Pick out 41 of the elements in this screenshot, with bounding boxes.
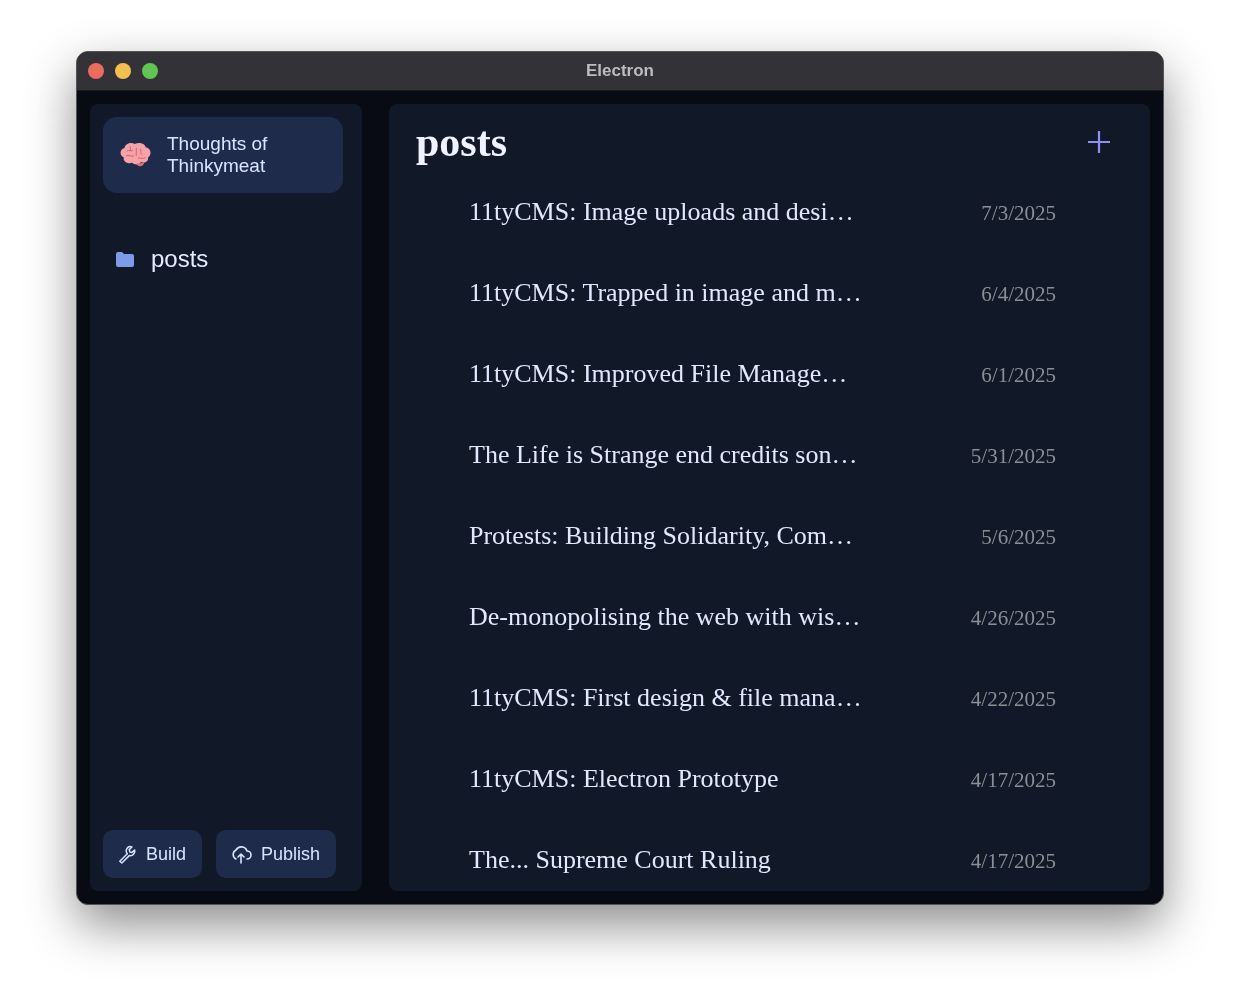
post-row[interactable]: Protests: Building Solidarity, Com… 5/6/2025 xyxy=(469,520,1056,551)
folder-item[interactable]: posts xyxy=(103,245,349,273)
zoom-button[interactable] xyxy=(142,63,158,79)
post-row[interactable]: De-monopolising the web with wis… 4/26/2025 xyxy=(469,601,1056,632)
post-title: De-monopolising the web with wis… xyxy=(469,601,861,632)
post-row[interactable]: 11tyCMS: Image uploads and desi… 7/3/2025 xyxy=(469,196,1056,227)
post-row[interactable]: 11tyCMS: Improved File Manage… 6/1/2025 xyxy=(469,358,1056,389)
post-date: 4/22/2025 xyxy=(970,687,1056,712)
post-title: 11tyCMS: Trapped in image and m… xyxy=(469,277,862,308)
post-date: 5/6/2025 xyxy=(981,525,1056,550)
post-date: 6/1/2025 xyxy=(981,363,1056,388)
post-date: 5/31/2025 xyxy=(970,444,1056,469)
publish-button[interactable]: Publish xyxy=(216,830,337,878)
site-switcher[interactable]: Thoughts of Thinkymeat xyxy=(103,117,343,193)
folder-icon xyxy=(115,250,135,268)
post-title: 11tyCMS: First design & file mana… xyxy=(469,682,862,713)
post-date: 4/17/2025 xyxy=(970,849,1056,874)
minimize-button[interactable] xyxy=(115,63,131,79)
post-row[interactable]: The Life is Strange end credits son… 5/31/2025 xyxy=(469,439,1056,470)
add-button[interactable] xyxy=(1087,130,1111,154)
post-date: 4/26/2025 xyxy=(970,606,1056,631)
post-row[interactable]: 11tyCMS: Trapped in image and m… 6/4/2025 xyxy=(469,277,1056,308)
post-row[interactable]: 11tyCMS: Electron Prototype 4/17/2025 xyxy=(469,763,1056,794)
post-date: 6/4/2025 xyxy=(981,282,1056,307)
post-title: The... Supreme Court Ruling xyxy=(469,844,771,875)
post-title: Protests: Building Solidarity, Com… xyxy=(469,520,853,551)
page-title: posts xyxy=(416,118,508,166)
plus-icon xyxy=(1087,130,1111,154)
post-date: 4/17/2025 xyxy=(970,768,1056,793)
post-title: 11tyCMS: Improved File Manage… xyxy=(469,358,848,389)
build-button[interactable]: Build xyxy=(103,830,203,878)
post-title: 11tyCMS: Electron Prototype xyxy=(469,763,779,794)
close-button[interactable] xyxy=(88,63,104,79)
post-title: 11tyCMS: Image uploads and desi… xyxy=(469,196,854,227)
window-title: Electron xyxy=(586,61,654,81)
post-row[interactable]: 11tyCMS: First design & file mana… 4/22/2025 xyxy=(469,682,1056,713)
post-title: The Life is Strange end credits son… xyxy=(469,439,858,470)
cloud-upload-icon xyxy=(230,844,253,864)
wrench-icon xyxy=(117,844,137,864)
post-date: 7/3/2025 xyxy=(981,201,1056,226)
post-row[interactable]: The... Supreme Court Ruling 4/17/2025 xyxy=(469,844,1056,875)
